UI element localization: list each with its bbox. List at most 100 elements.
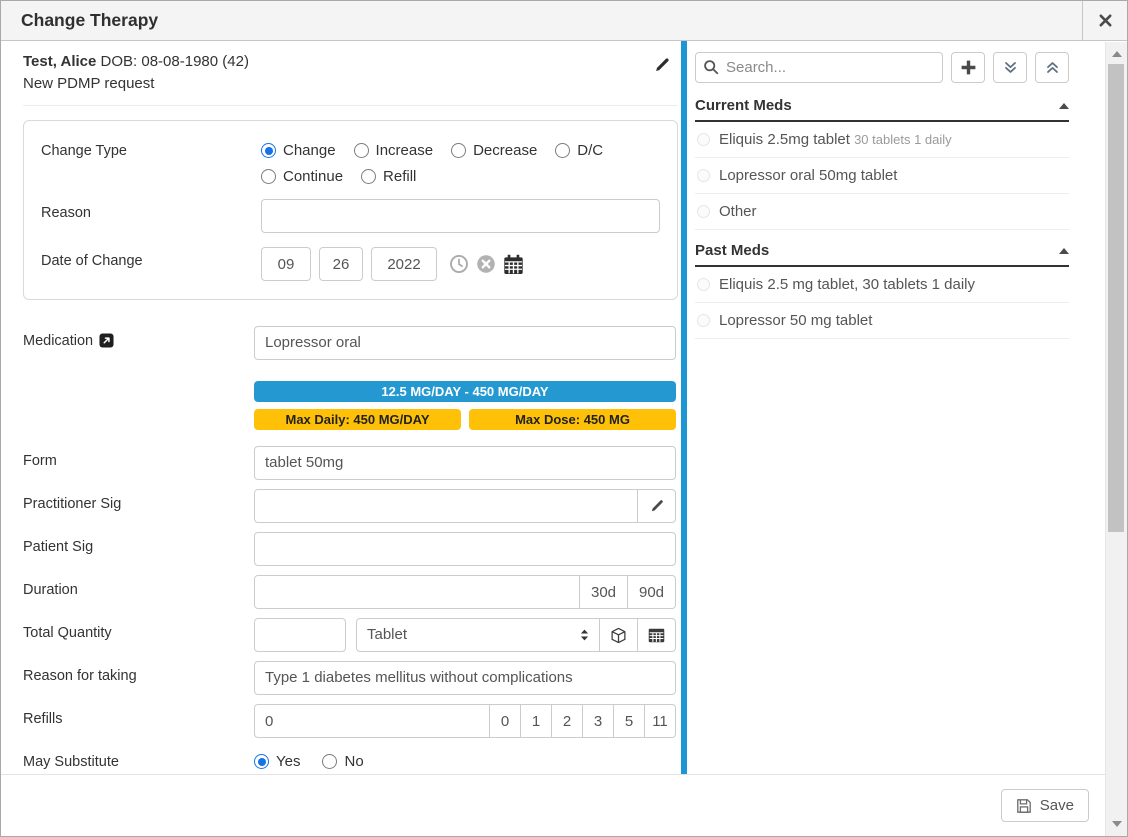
calendar-icon[interactable] (503, 254, 524, 275)
save-button[interactable]: Save (1001, 789, 1089, 822)
edit-pencil-icon[interactable] (654, 57, 670, 73)
med-radio[interactable] (697, 205, 710, 218)
dispense-unit-button[interactable] (600, 618, 638, 652)
form-textarea[interactable]: tablet 50mg (254, 446, 676, 480)
radio-dc[interactable]: D/C (555, 142, 603, 159)
may-substitute-label: May Substitute (23, 754, 119, 770)
external-link-square-icon[interactable] (99, 333, 114, 348)
radio-yes[interactable]: Yes (254, 753, 300, 770)
may-substitute-radio-group: Yes No (254, 747, 676, 770)
med-item-lopressor-current[interactable]: Lopressor oral 50mg tablet (695, 158, 1069, 194)
change-type-label: Change Type (41, 137, 261, 185)
modal-body: Test, Alice DOB: 08-08-1980 (42) New PDM… (1, 41, 1127, 774)
total-quantity-label: Total Quantity (23, 625, 112, 641)
patient-dob: DOB: 08-08-1980 (42) (101, 53, 249, 70)
radio-continue-input[interactable] (261, 169, 276, 184)
divider (23, 105, 678, 106)
duration-30d-button[interactable]: 30d (580, 575, 628, 609)
close-button[interactable] (1082, 1, 1127, 40)
add-med-button[interactable] (951, 52, 985, 83)
reason-label: Reason (41, 199, 261, 233)
radio-decrease[interactable]: Decrease (451, 142, 537, 159)
radio-increase[interactable]: Increase (354, 142, 434, 159)
scrollbar-spacer (1085, 41, 1107, 774)
dose-range-badge: 12.5 MG/DAY - 450 MG/DAY (254, 381, 676, 402)
change-type-radio-group: Change Increase Decrease D/C Continue Re… (261, 137, 660, 185)
clock-icon[interactable] (449, 254, 469, 274)
search-icon (703, 59, 719, 75)
patient-sig-input[interactable] (254, 532, 676, 566)
past-meds-header: Past Meds (695, 242, 1069, 267)
radio-no[interactable]: No (322, 753, 363, 770)
date-of-change-label: Date of Change (41, 247, 261, 281)
calculator-grid-icon (648, 628, 665, 643)
refills-11-button[interactable]: 11 (645, 704, 676, 738)
med-radio[interactable] (697, 169, 710, 182)
patient-header: Test, Alice DOB: 08-08-1980 (42) New PDM… (23, 51, 678, 92)
refills-1-button[interactable]: 1 (521, 704, 552, 738)
double-chevron-up-icon (1045, 60, 1060, 75)
duration-90d-button[interactable]: 90d (628, 575, 676, 609)
practitioner-sig-edit-button[interactable] (638, 489, 676, 523)
radio-continue[interactable]: Continue (261, 168, 343, 185)
quantity-calculator-button[interactable] (638, 618, 676, 652)
refills-2-button[interactable]: 2 (552, 704, 583, 738)
med-item-other[interactable]: Other (695, 194, 1069, 230)
therapy-form: Test, Alice DOB: 08-08-1980 (42) New PDM… (1, 41, 681, 774)
radio-dc-input[interactable] (555, 143, 570, 158)
quantity-unit-select[interactable]: Tablet (356, 618, 600, 652)
med-item-eliquis-current[interactable]: Eliquis 2.5mg tablet 30 tablets 1 daily (695, 122, 1069, 158)
refills-5-button[interactable]: 5 (614, 704, 645, 738)
med-radio[interactable] (697, 278, 710, 291)
refills-input[interactable] (254, 704, 490, 738)
clear-circle-icon[interactable] (476, 254, 496, 274)
reason-textarea[interactable] (261, 199, 660, 233)
reason-for-taking-textarea[interactable]: Type 1 diabetes mellitus without complic… (254, 661, 676, 695)
med-item-lopressor-past[interactable]: Lopressor 50 mg tablet (695, 303, 1069, 339)
duration-input[interactable] (254, 575, 580, 609)
modal-footer: Save (1, 774, 1127, 836)
refills-0-button[interactable]: 0 (490, 704, 521, 738)
plus-icon (960, 59, 977, 76)
radio-change-input[interactable] (261, 143, 276, 158)
select-arrows-icon (580, 628, 589, 642)
radio-refill[interactable]: Refill (361, 168, 416, 185)
expand-all-button[interactable] (993, 52, 1027, 83)
modal-title: Change Therapy (1, 1, 1082, 40)
edit-pencil-icon (650, 499, 664, 513)
caret-up-icon[interactable] (1059, 103, 1069, 109)
reason-for-taking-label: Reason for taking (23, 668, 137, 684)
practitioner-sig-label: Practitioner Sig (23, 496, 121, 512)
triangle-up-icon (1112, 51, 1122, 57)
patient-subtitle: New PDMP request (23, 75, 678, 92)
current-meds-title: Current Meds (695, 97, 792, 114)
radio-no-input[interactable] (322, 754, 337, 769)
vertical-scrollbar[interactable] (1105, 42, 1127, 836)
close-icon (1098, 13, 1113, 28)
current-meds-header: Current Meds (695, 97, 1069, 122)
radio-change[interactable]: Change (261, 142, 336, 159)
total-quantity-input[interactable] (254, 618, 346, 652)
med-radio[interactable] (697, 133, 710, 146)
caret-up-icon[interactable] (1059, 248, 1069, 254)
medication-textarea[interactable]: Lopressor oral (254, 326, 676, 360)
meds-search-input[interactable] (695, 52, 943, 83)
practitioner-sig-textarea[interactable] (254, 489, 638, 523)
collapse-all-button[interactable] (1035, 52, 1069, 83)
radio-increase-input[interactable] (354, 143, 369, 158)
radio-decrease-input[interactable] (451, 143, 466, 158)
scroll-down-arrow[interactable] (1106, 814, 1127, 834)
radio-yes-input[interactable] (254, 754, 269, 769)
scrollbar-thumb[interactable] (1108, 64, 1124, 532)
med-radio[interactable] (697, 314, 710, 327)
change-panel: Change Type Change Increase Decrease D/C… (23, 120, 678, 300)
duration-label: Duration (23, 582, 78, 598)
date-day-input[interactable] (319, 247, 363, 281)
refills-3-button[interactable]: 3 (583, 704, 614, 738)
date-month-input[interactable] (261, 247, 311, 281)
scroll-up-arrow[interactable] (1106, 44, 1127, 64)
medication-label: Medication (23, 333, 93, 349)
date-year-input[interactable] (371, 247, 437, 281)
radio-refill-input[interactable] (361, 169, 376, 184)
med-item-eliquis-past[interactable]: Eliquis 2.5 mg tablet, 30 tablets 1 dail… (695, 267, 1069, 303)
